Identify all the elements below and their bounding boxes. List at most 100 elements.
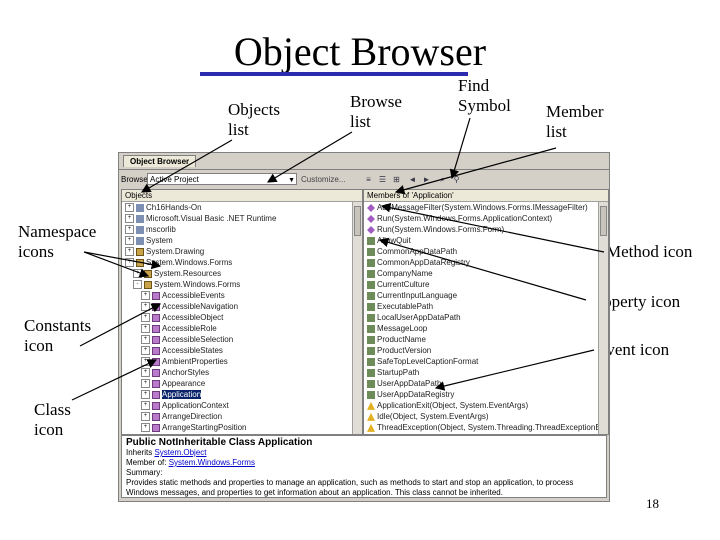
- objects-row[interactable]: + AccessibleNavigation: [122, 301, 352, 312]
- expand-icon[interactable]: +: [125, 203, 134, 213]
- objects-row[interactable]: + AmbientProperties: [122, 356, 352, 367]
- expand-icon[interactable]: +: [133, 269, 142, 279]
- objects-scrollbar[interactable]: [352, 202, 362, 434]
- expand-icon[interactable]: +: [141, 379, 150, 389]
- members-row[interactable]: SafeTopLevelCaptionFormat: [364, 356, 598, 367]
- members-row[interactable]: Run(System.Windows.Forms.Form): [364, 224, 598, 235]
- members-row[interactable]: CurrentInputLanguage: [364, 290, 598, 301]
- objects-row[interactable]: + System.Resources: [122, 268, 352, 279]
- objects-row[interactable]: + System: [122, 235, 352, 246]
- objects-row[interactable]: + Microsoft.Visual Basic .NET Runtime: [122, 213, 352, 224]
- property-icon: [367, 247, 375, 256]
- expand-icon[interactable]: +: [141, 335, 150, 345]
- members-row[interactable]: MessageLoop: [364, 323, 598, 334]
- expand-icon[interactable]: +: [141, 423, 150, 433]
- expand-icon[interactable]: +: [141, 401, 150, 411]
- objects-row[interactable]: + System.Windows.Forms: [122, 257, 352, 268]
- callout-find-symbol: Find Symbol: [458, 76, 511, 116]
- members-list: AddMessageFilter(System.Windows.Forms.IM…: [364, 202, 608, 433]
- objects-row[interactable]: + mscorlib: [122, 224, 352, 235]
- class-icon: [152, 357, 160, 366]
- expand-icon[interactable]: +: [141, 313, 150, 323]
- objects-row[interactable]: + AccessibleEvents: [122, 290, 352, 301]
- expand-icon[interactable]: +: [125, 258, 134, 268]
- expand-icon[interactable]: +: [141, 346, 150, 356]
- description-heading: Public NotInheritable Class Application: [126, 437, 313, 448]
- members-row[interactable]: CommonAppDataPath: [364, 246, 598, 257]
- members-row[interactable]: UserAppDataRegistry: [364, 389, 598, 400]
- members-row[interactable]: ProductVersion: [364, 345, 598, 356]
- members-row[interactable]: AllowQuit: [364, 235, 598, 246]
- expand-icon[interactable]: +: [125, 214, 134, 224]
- callout-method-icon: Method icon: [606, 242, 693, 261]
- objects-row[interactable]: - System.Windows.Forms: [122, 279, 352, 290]
- objects-row-label: AmbientProperties: [162, 357, 228, 366]
- members-row[interactable]: CommonAppDataRegistry: [364, 257, 598, 268]
- inherits-link[interactable]: System.Object: [154, 448, 206, 457]
- sort-alpha-icon[interactable]: ≡: [363, 174, 374, 185]
- members-row[interactable]: ApplicationExit(Object, System.EventArgs…: [364, 400, 598, 411]
- callout-objects-list-line1: Objects: [228, 100, 280, 119]
- members-scroll-thumb[interactable]: [600, 206, 607, 236]
- class-icon: [152, 302, 160, 311]
- objects-row[interactable]: + Application: [122, 389, 352, 400]
- objects-row[interactable]: + Ch16Hands-On: [122, 202, 352, 213]
- members-scrollbar[interactable]: [598, 202, 608, 434]
- objects-row[interactable]: + ApplicationContext: [122, 400, 352, 411]
- objects-scroll-thumb[interactable]: [354, 206, 361, 236]
- sort-access-icon[interactable]: ⊞: [391, 174, 402, 185]
- property-icon: [367, 269, 375, 278]
- class-icon: [152, 346, 160, 355]
- expand-icon[interactable]: +: [141, 302, 150, 312]
- objects-row[interactable]: + ArrangeStartingPosition: [122, 422, 352, 433]
- members-row[interactable]: Idle(Object, System.EventArgs): [364, 411, 598, 422]
- expand-icon[interactable]: +: [141, 412, 150, 422]
- browse-dropdown[interactable]: Active Project ▼: [147, 173, 297, 185]
- objects-row[interactable]: + ArrangeDirection: [122, 411, 352, 422]
- members-toolbar: ≡ ☰ ⊞ ◄ ► ⌕ ⚲: [363, 173, 607, 187]
- collapse-icon[interactable]: -: [133, 280, 142, 290]
- back-icon[interactable]: ◄: [407, 174, 418, 185]
- objects-row[interactable]: + AccessibleObject: [122, 312, 352, 323]
- summary-text: Provides static methods and properties t…: [126, 478, 574, 497]
- property-icon: [367, 291, 375, 300]
- objects-row[interactable]: + Appearance: [122, 378, 352, 389]
- members-row[interactable]: ProductName: [364, 334, 598, 345]
- callout-class-icon: Class icon: [34, 400, 71, 440]
- members-row[interactable]: Run(System.Windows.Forms.ApplicationCont…: [364, 213, 598, 224]
- objects-row-label: Application: [162, 390, 202, 399]
- objects-row[interactable]: + AnchorStyles: [122, 367, 352, 378]
- expand-icon[interactable]: +: [125, 247, 134, 257]
- objects-row[interactable]: + AccessibleRole: [122, 323, 352, 334]
- forward-icon[interactable]: ►: [421, 174, 432, 185]
- sort-type-icon[interactable]: ☰: [377, 174, 388, 185]
- members-row[interactable]: CurrentCulture: [364, 279, 598, 290]
- description-inherits: Inherits System.Object: [126, 448, 602, 458]
- expand-icon[interactable]: +: [141, 291, 150, 301]
- expand-icon[interactable]: +: [125, 225, 134, 235]
- tab-object-browser[interactable]: Object Browser: [123, 155, 197, 167]
- objects-row[interactable]: + AccessibleStates: [122, 345, 352, 356]
- expand-icon[interactable]: +: [141, 390, 150, 400]
- expand-icon[interactable]: +: [141, 324, 150, 334]
- members-row[interactable]: LocalUserAppDataPath: [364, 312, 598, 323]
- members-row[interactable]: ExecutablePath: [364, 301, 598, 312]
- expand-icon[interactable]: +: [125, 236, 134, 246]
- find-symbol-icon[interactable]: ⌕: [437, 174, 448, 185]
- customize-button[interactable]: Customize...: [301, 175, 345, 184]
- binoculars-icon[interactable]: ⚲: [451, 174, 462, 185]
- members-row[interactable]: ThreadException(Object, System.Threading…: [364, 422, 608, 433]
- callout-namespace-icons: Namespace icons: [18, 222, 96, 262]
- members-row-label: ProductName: [377, 335, 426, 344]
- callout-member-list: Member list: [546, 102, 604, 142]
- objects-row[interactable]: + System.Drawing: [122, 246, 352, 257]
- members-row[interactable]: StartupPath: [364, 367, 598, 378]
- members-row[interactable]: AddMessageFilter(System.Windows.Forms.IM…: [364, 202, 598, 213]
- member-of-link[interactable]: System.Windows.Forms: [169, 458, 255, 467]
- expand-icon[interactable]: +: [141, 357, 150, 367]
- expand-icon[interactable]: +: [141, 368, 150, 378]
- members-row-label: SafeTopLevelCaptionFormat: [377, 357, 479, 366]
- objects-row[interactable]: + AccessibleSelection: [122, 334, 352, 345]
- members-row[interactable]: CompanyName: [364, 268, 598, 279]
- members-row[interactable]: UserAppDataPath: [364, 378, 598, 389]
